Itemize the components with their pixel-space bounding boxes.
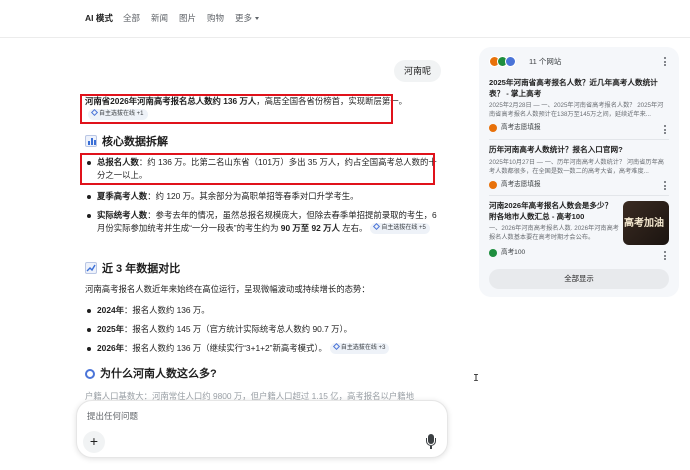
item-label: 2024年 [97,305,125,315]
tab-shopping[interactable]: 购物 [207,12,224,24]
list-item: 2024年：报名人数约 136 万。 [85,304,440,317]
source-snippet: 一、2026年河南高考报名人数. 2026年河南高考报名人数基本要在高考时期才会… [489,225,619,241]
prompt-input-box[interactable]: 提出任何问题 + [76,400,448,458]
thumbnail-text: 高考加油 [624,218,664,229]
more-options-icon[interactable] [664,251,667,262]
list-item: 实际统考人数：参考去年的情况，虽然总报名规模庞大，但除去春季单招提前录取的考生，… [85,209,440,235]
site-favicon-icon [489,249,497,257]
highlight-box-total [80,153,435,185]
tab-more-label: 更多 [235,13,253,23]
item-label: 夏季高考人数 [97,191,148,201]
list-item: 2026年：报名人数约 136 万（继续实行“3+1+2”新高考模式）。 自主选拔… [85,342,440,355]
source-card[interactable]: 2025年河南省高考报名人数？近几年高考人数统计表？ - 掌上高考 2025年2… [489,78,669,133]
section-heading-core-data: 核心数据拆解 [85,135,168,149]
source-chip-label: 自主选拔在线 +3 [340,345,386,352]
source-title[interactable]: 2025年河南省高考报名人数？近几年高考人数统计表？ - 掌上高考 [489,78,669,99]
source-card[interactable]: 历年河南高考人数统计？报名入口官网? 2025年10月27日 — 一、历年河南高… [489,145,669,190]
prompt-input[interactable]: 提出任何问题 [87,410,138,422]
top-navigation: AI 模式 全部 新闻 图片 购物 更多 [0,0,690,38]
sources-panel: 11 个网站 2025年河南省高考报名人数？近几年高考人数统计表？ - 掌上高考… [479,47,679,297]
source-site-name: 高考100 [501,249,526,256]
source-site: 高考100 [489,248,619,258]
site-favicon-icon [489,124,497,132]
item-text: ：报名人数约 136 万（继续实行“3+1+2”新高考模式）。 [124,343,327,353]
link-diamond-icon [373,223,381,231]
tab-all[interactable]: 全部 [123,12,140,24]
microphone-icon[interactable] [425,434,437,450]
site-favicon-icon [505,56,516,67]
tab-images[interactable]: 图片 [179,12,196,24]
item-text: ：报名人数约 145 万（官方统计实际统考总人数约 90.7 万）。 [124,324,353,334]
source-thumbnail[interactable]: 高考加油 [623,201,669,245]
item-label: 2025年 [97,324,125,334]
source-card[interactable]: 河南2026年高考报名人数会是多少？附各地市人数汇总 - 高考100 一、202… [489,201,619,258]
user-query-bubble: 河南呢 [394,60,442,82]
bar-chart-icon [85,135,97,147]
source-chip[interactable]: 自主选拔在线 +3 [329,343,390,355]
section-title: 核心数据拆解 [102,136,168,148]
text-cursor-icon: I [473,373,480,384]
section-title: 为什么河南人数这么多? [100,368,217,380]
source-snippet: 2025年10月27日 — 一、历年河南高考人数统计？ 河南省历年高考人数都很多… [489,158,664,175]
item-label: 实际统考人数 [97,210,148,220]
source-snippet: 2025年2月28日 — 一、2025年河南省高考报名人数？ 2025年河南省高… [489,102,664,118]
item-highlight: 90 万至 92 万人 [280,223,340,233]
trend-chart-icon [85,262,97,274]
source-chip[interactable]: 自主选拔在线 +5 [370,223,430,235]
section-title: 近 3 年数据对比 [102,263,181,275]
item-text-tail: 左右。 [339,223,368,233]
more-options-icon[interactable] [664,125,667,136]
link-diamond-icon [332,343,340,351]
section-heading-comparison: 近 3 年数据对比 [85,262,180,276]
source-site: 高考志愿填报 [489,180,669,190]
item-text: ：报名人数约 136 万。 [124,305,210,315]
add-attachment-button[interactable]: + [83,431,105,453]
source-title[interactable]: 历年河南高考人数统计？报名入口官网? [489,145,669,156]
more-options-icon[interactable] [664,181,667,192]
show-all-button[interactable]: 全部显示 [489,269,669,289]
section-intro: 河南高考报名人数近年来始终在高位运行，呈现微幅波动或持续增长的态势： [85,284,370,294]
source-site: 高考志愿填报 [489,123,669,133]
tab-more[interactable]: 更多 [235,12,260,24]
tab-ai-mode[interactable]: AI 模式 [85,12,113,24]
chevron-down-icon [255,17,260,21]
site-favicon-icon [489,180,497,189]
list-item: 夏季高考人数：约 120 万。其余部分为高职单招等春季对口升学考生。 [85,190,440,203]
tab-news[interactable]: 新闻 [151,12,168,24]
item-label: 2026年 [97,343,125,353]
section-heading-why: 为什么河南人数这么多? [85,368,217,381]
source-site-name: 高考志愿填报 [501,124,541,131]
highlight-box-intro [80,94,393,124]
sources-count[interactable]: 11 个网站 [529,56,561,67]
item-text: ：约 120 万。其余部分为高职单招等春季对口升学考生。 [147,191,359,201]
more-options-icon[interactable] [664,57,667,68]
source-title[interactable]: 河南2026年高考报名人数会是多少？附各地市人数汇总 - 高考100 [489,201,619,222]
source-site-name: 高考志愿填报 [501,180,541,188]
list-item: 2025年：报名人数约 145 万（官方统计实际统考总人数约 90.7 万）。 [85,323,440,336]
source-chip-label: 自主选拔在线 +5 [381,225,426,232]
magnifier-icon [85,369,95,379]
